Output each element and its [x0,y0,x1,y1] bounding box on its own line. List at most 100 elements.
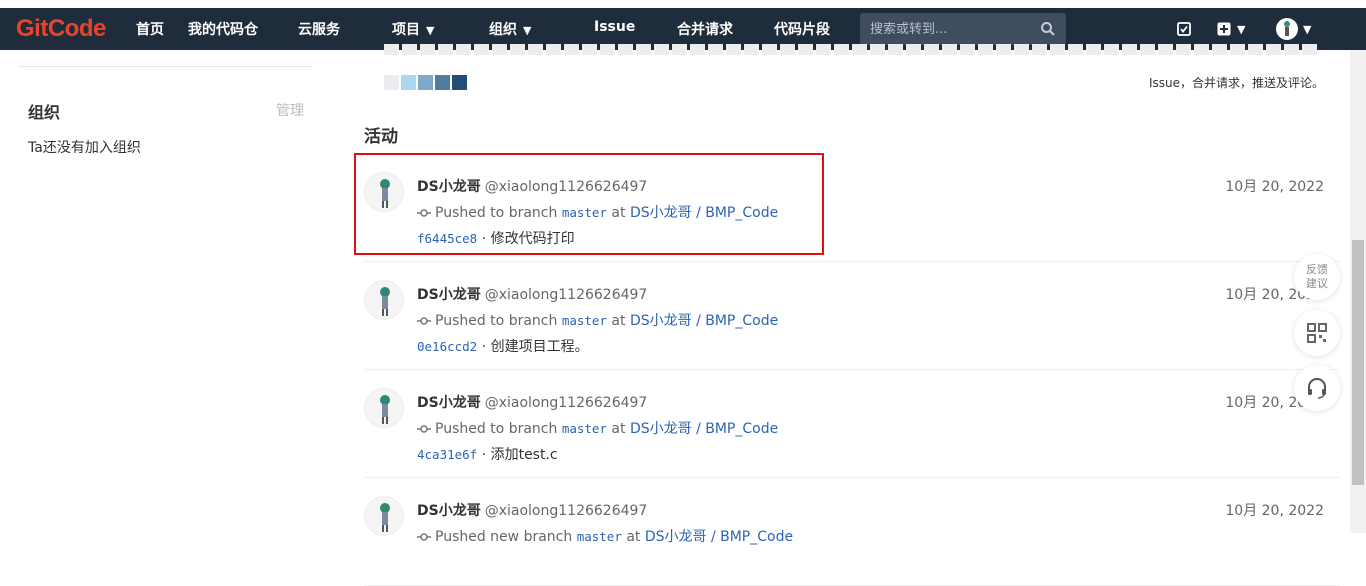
repo-link[interactable]: DS小龙哥 / BMP_Code [645,529,793,545]
heatmap-cell [978,44,993,55]
qrcode-button[interactable] [1294,310,1340,356]
user-handle: @xiaolong1126626497 [484,503,648,519]
scrollbar-thumb[interactable] [1352,240,1364,485]
nav-issue[interactable]: Issue [594,19,635,35]
avatar[interactable] [364,388,404,428]
heatmap-cell [852,44,867,55]
heatmap-cell [1230,44,1245,55]
user-menu[interactable]: ▼ [1276,18,1311,40]
heatmap-cell [726,44,741,55]
nav-projects[interactable]: 项目 ▼ [392,19,434,39]
at-word: at [611,421,626,437]
heatmap-cell [1176,44,1191,55]
branch-link[interactable]: master [577,529,622,544]
heatmap-cell [618,44,633,55]
feedback-button[interactable]: 反馈 建议 [1294,254,1340,300]
avatar[interactable] [364,280,404,320]
chevron-down-icon: ▼ [523,24,532,37]
nav-merge-requests[interactable]: 合并请求 [677,19,733,39]
commit-sha-link[interactable]: 4ca31e6f [417,447,477,462]
user-name-link[interactable]: DS小龙哥 [417,503,481,519]
heatmap-cell [1266,44,1281,55]
heatmap-cell [708,44,723,55]
legend-swatch [418,75,433,90]
heatmap-cell [1032,44,1047,55]
heatmap-cell [906,44,921,55]
heatmap-cell [1194,44,1209,55]
heatmap-cell [780,44,795,55]
user-name-link[interactable]: DS小龙哥 [417,395,481,411]
commit-message: 添加test.c [490,447,558,463]
gitcode-logo[interactable]: GitCode [16,15,106,43]
repo-link[interactable]: DS小龙哥 / BMP_Code [630,421,778,437]
heatmap-cell [636,44,651,55]
heatmap-legend-note: Issue，合并请求，推送及评论。 [1148,76,1324,90]
heatmap-cell [1050,44,1065,55]
heatmap-cell [438,44,453,55]
heatmap-cell [942,44,957,55]
heatmap-cell [582,44,597,55]
legend-swatch [401,75,416,90]
nav-orgs-label: 组织 [489,22,517,38]
heatmap-cell [816,44,831,55]
heatmap-cell [510,44,525,55]
avatar[interactable] [364,496,404,536]
activity-title: 活动 [364,127,398,147]
support-button[interactable] [1294,365,1340,411]
at-word: at [626,529,641,545]
commit-icon [417,425,431,433]
legend-swatch [452,75,467,90]
heatmap-cell [1104,44,1119,55]
push-line: Pushed new branch master at DS小龙哥 / BMP_… [417,526,793,546]
heatmap-cell [996,44,1011,55]
search-icon[interactable] [1040,21,1056,37]
legend-swatch [384,75,399,90]
branch-link[interactable]: master [562,421,607,436]
chevron-down-icon: ▼ [1237,22,1246,36]
heatmap-cell [1122,44,1137,55]
heatmap-cell [456,44,471,55]
chevron-down-icon: ▼ [426,24,435,37]
heatmap-cell [672,44,687,55]
heatmap-cell [1212,44,1227,55]
search-input[interactable] [860,13,1066,45]
nav-snippets[interactable]: 代码片段 [774,19,830,39]
heatmap-legend [384,75,467,90]
activity-user: DS小龙哥 @xiaolong1126626497 [417,500,647,520]
nav-orgs[interactable]: 组织 ▼ [489,19,531,39]
heatmap-cell [924,44,939,55]
heatmap-cell [1248,44,1263,55]
heatmap-cell [960,44,975,55]
branch-link[interactable]: master [562,313,607,328]
user-name-link[interactable]: DS小龙哥 [417,287,481,303]
nav-cloud-services[interactable]: 云服务 [298,19,340,39]
heatmap-cell [1068,44,1083,55]
sidebar-divider [18,66,313,67]
heatmap-cell [564,44,579,55]
heatmap-cell [384,44,399,55]
heatmap-cell [474,44,489,55]
todo-icon[interactable] [1176,19,1192,39]
page-scrollbar[interactable] [1350,50,1366,533]
heatmap-cell [492,44,507,55]
push-action: Pushed new branch [435,529,573,545]
nav-my-repos[interactable]: 我的代码仓 [188,19,258,39]
nav-home[interactable]: 首页 [136,19,164,39]
at-word: at [611,313,626,329]
heatmap-cell [1158,44,1173,55]
activity-date: 10月 20, 2022 [1225,179,1324,195]
user-handle: @xiaolong1126626497 [484,395,648,411]
activity-user: DS小龙哥 @xiaolong1126626497 [417,392,647,412]
org-manage-link[interactable]: 管理 [276,100,304,120]
heatmap-cell [798,44,813,55]
activity-user: DS小龙哥 @xiaolong1126626497 [417,284,647,304]
commit-sha-link[interactable]: 0e16ccd2 [417,339,477,354]
heatmap-cell [1014,44,1029,55]
heatmap-cell [762,44,777,55]
heatmap-cell [600,44,615,55]
create-new-menu[interactable]: ▼ [1216,19,1245,39]
headset-icon [1308,378,1326,399]
repo-link[interactable]: DS小龙哥 / BMP_Code [630,313,778,329]
heatmap-cell [888,44,903,55]
activity-date: 10月 20, 2022 [1225,503,1324,519]
